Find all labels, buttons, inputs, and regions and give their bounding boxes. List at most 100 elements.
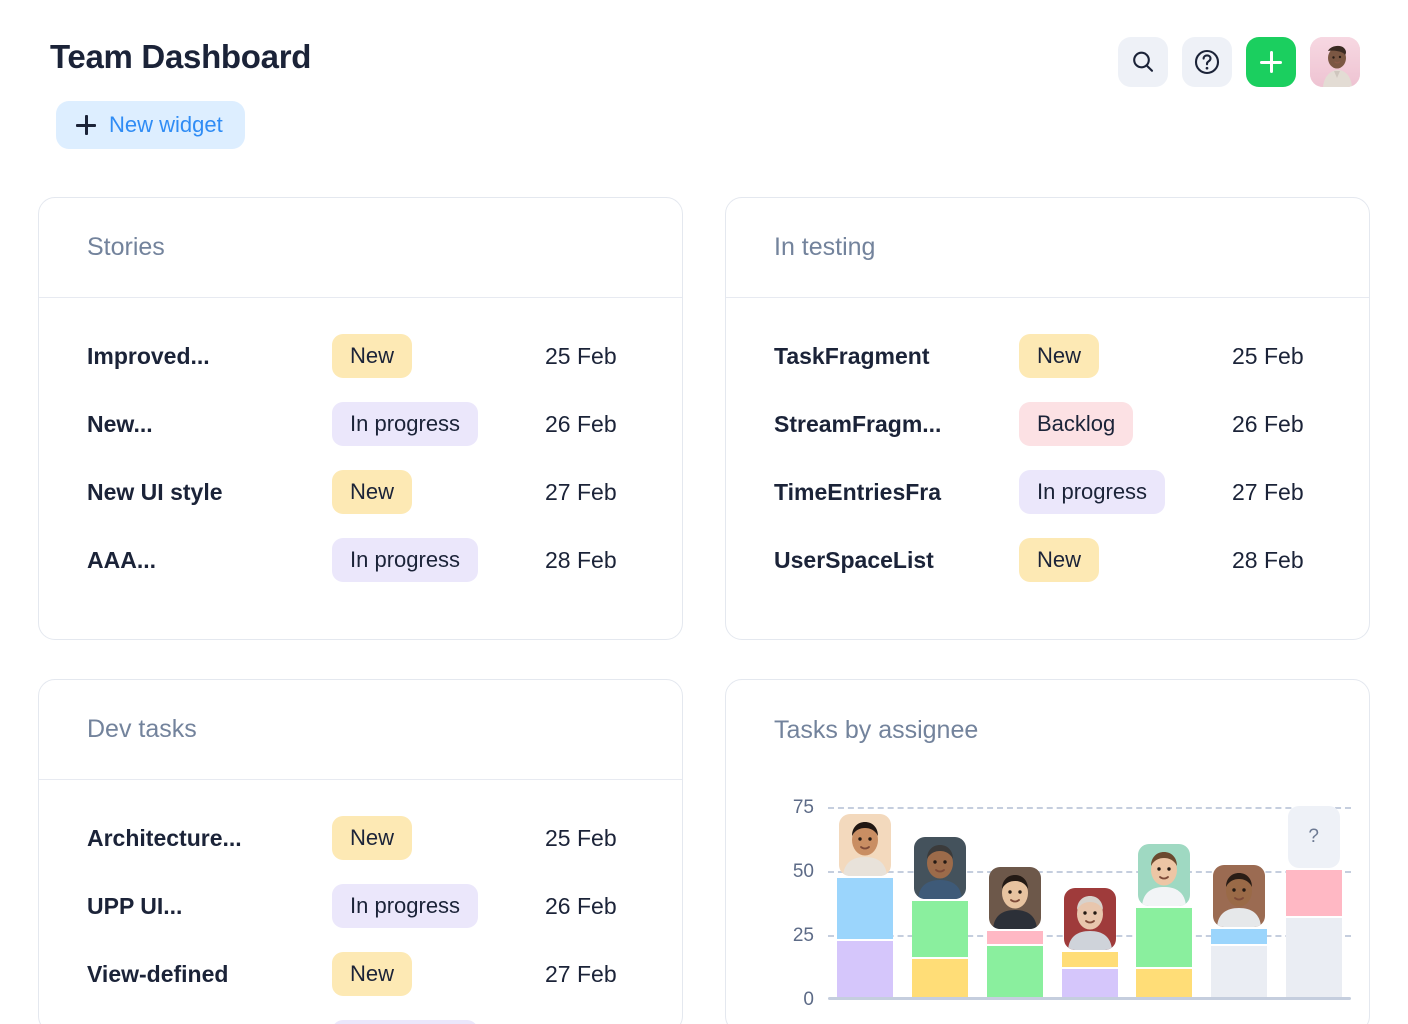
table-row[interactable]: UserSpaceList New 28 Feb: [726, 526, 1369, 594]
task-date: 26 Feb: [545, 410, 617, 437]
widget-body: Improved... New 25 Feb New... In progres…: [39, 298, 682, 594]
assignee-avatar-icon: [914, 836, 967, 899]
chart-bar-slot[interactable]: [1052, 808, 1127, 1000]
status-cell: In progress: [1019, 470, 1232, 514]
plus-icon: [76, 115, 96, 135]
chart-bar-stack: [912, 900, 969, 1000]
chart-bar-slot[interactable]: [1127, 808, 1202, 1000]
widget-card-tasks-by-assignee[interactable]: Tasks by assignee 0 25 50 75 ?: [725, 679, 1370, 1024]
chart-bars: ?: [828, 806, 1351, 1000]
task-name: Improved...: [87, 342, 210, 369]
status-badge: In progress: [1019, 470, 1166, 514]
chart-bar-stack: [837, 877, 894, 1000]
chart-bar-segment: [912, 959, 969, 1000]
chart-y-tick: 25: [792, 925, 814, 946]
status-badge: New: [332, 334, 413, 378]
task-name: New...: [87, 410, 153, 437]
new-widget-button[interactable]: New widget: [56, 101, 245, 149]
table-row[interactable]: New UI style New 27 Feb: [39, 458, 682, 526]
chart-bar-slot[interactable]: [903, 808, 978, 1000]
table-row[interactable]: View-defined New 27 Feb: [39, 940, 682, 1008]
task-name: UserSpaceList: [774, 546, 934, 573]
chart-bar-slot[interactable]: [977, 808, 1052, 1000]
widget-header: Tasks by assignee: [726, 680, 1369, 780]
chart-bar-stack: [986, 931, 1043, 1000]
widget-card-stories[interactable]: Stories Improved... New 25 Feb New... In…: [38, 197, 683, 640]
status-badge: Backlog: [1019, 402, 1134, 446]
table-row[interactable]: TaskFragment New 25 Feb: [726, 322, 1369, 390]
task-date: 25 Feb: [545, 824, 617, 851]
task-name: StreamFragm...: [774, 410, 942, 437]
help-button[interactable]: [1182, 37, 1232, 87]
status-badge: In progress: [332, 402, 479, 446]
status-cell: New: [332, 470, 545, 514]
chart-bar-segment: [912, 900, 969, 958]
status-cell: Backlog: [1019, 402, 1232, 446]
task-name: TimeEntriesFra: [774, 478, 942, 505]
page-header: Team Dashboard New widget: [0, 0, 1408, 172]
widget-title: Stories: [87, 233, 165, 261]
widget-header: Dev tasks: [39, 680, 682, 780]
chart-bar-segment: [1136, 908, 1193, 968]
unassigned-icon: ?: [1287, 806, 1340, 868]
widgets-row-top: Stories Improved... New 25 Feb New... In…: [38, 197, 1370, 640]
status-cell: New: [332, 334, 545, 378]
status-badge: In progress: [332, 1020, 479, 1024]
chart-bar-stack: [1061, 951, 1118, 1000]
status-cell: In progress: [332, 402, 545, 446]
widget-header: In testing: [726, 198, 1369, 298]
chart-bar-segment: [1061, 969, 1118, 1000]
status-cell: New: [1019, 334, 1232, 378]
task-date: 26 Feb: [545, 892, 617, 919]
table-row[interactable]: AAA... In progress 28 Feb: [39, 526, 682, 594]
search-icon: [1130, 49, 1156, 75]
table-row[interactable]: Improved... New 25 Feb: [39, 322, 682, 390]
chart-bar-segment: [837, 941, 894, 1000]
task-name: UPP UI...: [87, 892, 183, 919]
task-name: TaskFragment: [774, 342, 930, 369]
chart-bar-segment: [986, 946, 1043, 1000]
status-badge: In progress: [332, 884, 479, 928]
widget-title: Dev tasks: [87, 715, 197, 743]
widget-card-in-testing[interactable]: In testing TaskFragment New 25 Feb Strea…: [725, 197, 1370, 640]
chart-bar-segment: [837, 877, 894, 940]
table-row[interactable]: Architecture... New 25 Feb: [39, 804, 682, 872]
table-row[interactable]: UPP UI... In progress 26 Feb: [39, 872, 682, 940]
task-name: View-defined: [87, 960, 229, 987]
task-name: Architecture...: [87, 824, 242, 851]
status-cell: New: [1019, 538, 1232, 582]
avatar-icon: [1310, 37, 1360, 87]
task-date: 27 Feb: [1232, 478, 1304, 505]
status-badge: In progress: [332, 538, 479, 582]
chart-y-tick: 75: [792, 797, 814, 818]
widget-header: Stories: [39, 198, 682, 298]
chart-bar-slot[interactable]: [828, 808, 903, 1000]
chart-y-axis: 0 25 50 75: [774, 797, 814, 1010]
widget-body: Architecture... New 25 Feb UPP UI... In …: [39, 780, 682, 1024]
add-button[interactable]: [1246, 37, 1296, 87]
chart-bar-segment: [1061, 951, 1118, 968]
table-row[interactable]: StreamFragm... Backlog 26 Feb: [726, 390, 1369, 458]
assignee-avatar-icon: [1138, 844, 1191, 907]
chart-y-tick: 50: [792, 861, 814, 882]
profile-avatar-button[interactable]: [1310, 37, 1360, 87]
task-date: 28 Feb: [545, 546, 617, 573]
task-date: 28 Feb: [1232, 546, 1304, 573]
chart-bar-segment: [1210, 928, 1267, 945]
table-row[interactable]: TimeEntriesFra In progress 27 Feb: [726, 458, 1369, 526]
chart-bar-slot[interactable]: [1202, 808, 1277, 1000]
chart-bar-slot[interactable]: ?: [1276, 806, 1351, 1000]
chart-plot-area: ?: [828, 806, 1351, 1000]
new-widget-label: New widget: [109, 112, 223, 137]
widget-card-dev-tasks[interactable]: Dev tasks Architecture... New 25 Feb UPP…: [38, 679, 683, 1024]
header-actions: [1118, 37, 1360, 87]
table-row-partial[interactable]: In progress: [39, 1008, 682, 1024]
widgets-grid: Stories Improved... New 25 Feb New... In…: [38, 197, 1370, 1024]
chart-baseline: [828, 997, 1351, 1000]
status-badge: New: [332, 952, 413, 996]
search-button[interactable]: [1118, 37, 1168, 87]
page-title: Team Dashboard: [50, 38, 312, 75]
table-row[interactable]: New... In progress 26 Feb: [39, 390, 682, 458]
chart-bar-segment: [1136, 969, 1193, 1000]
chart-bar-segment: [1285, 918, 1342, 1000]
